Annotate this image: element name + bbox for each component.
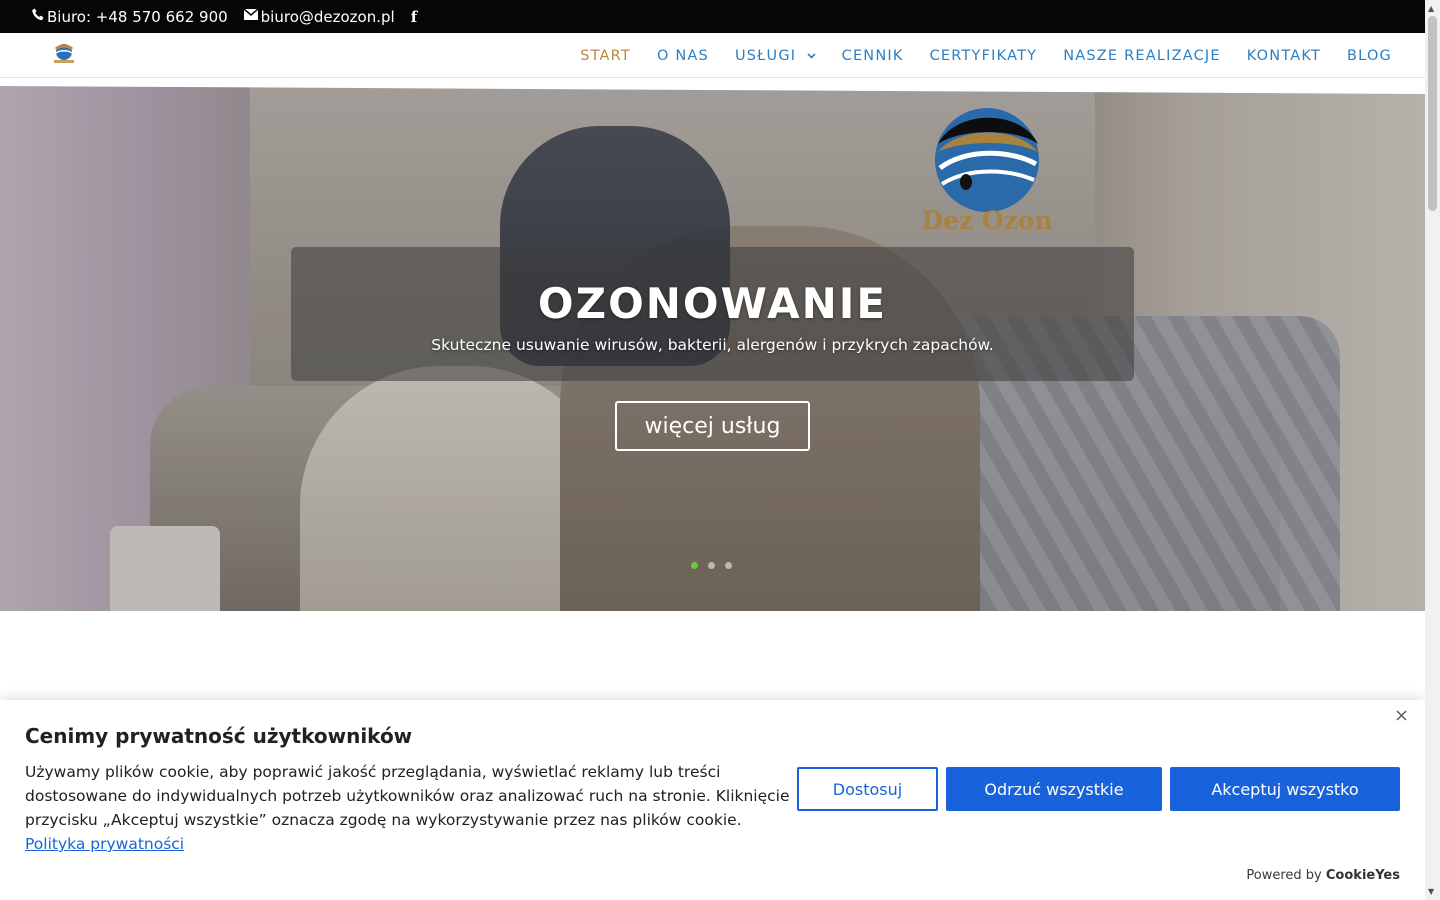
nav-start[interactable]: START — [580, 48, 631, 64]
scrollbar-thumb[interactable] — [1428, 16, 1437, 211]
hero-logo: Dez Ozon — [916, 104, 1058, 236]
cookie-title: Cenimy prywatność użytkowników — [25, 724, 413, 748]
facebook-link[interactable]: f — [411, 8, 417, 26]
envelope-icon — [243, 8, 259, 24]
nav-certyfikaty-label: CERTYFIKATY — [929, 47, 1038, 64]
hero-logo-text: Dez Ozon — [921, 206, 1052, 235]
nav-nasze-realizacje[interactable]: NASZE REALIZACJE — [1063, 48, 1221, 64]
email-link[interactable]: biuro@dezozon.pl — [243, 7, 395, 26]
nav-o-nas-label: O NAS — [656, 47, 709, 64]
privacy-policy-link[interactable]: Polityka prywatności — [25, 835, 184, 853]
slider-dot[interactable] — [725, 562, 732, 569]
site-logo[interactable] — [52, 41, 76, 65]
chevron-down-icon — [802, 51, 816, 62]
phone-icon — [32, 8, 44, 25]
nav-kontakt[interactable]: KONTAKT — [1247, 48, 1321, 64]
nav-cennik-label: CENNIK — [841, 47, 904, 64]
nav-uslugi[interactable]: USŁUGI — [735, 48, 816, 64]
nav-o-nas[interactable]: O NAS — [657, 48, 709, 64]
accept-all-button[interactable]: Akceptuj wszystko — [1170, 767, 1400, 811]
reject-all-button[interactable]: Odrzuć wszystkie — [946, 767, 1162, 811]
scroll-down-arrow-icon[interactable]: ▼ — [1428, 887, 1434, 896]
hero-top-edge — [0, 86, 1425, 94]
nav-blog-label: BLOG — [1347, 47, 1392, 64]
hero-slider: Dez Ozon OZONOWANIE Skuteczne usuwanie w… — [0, 86, 1425, 611]
nav-blog[interactable]: BLOG — [1347, 48, 1392, 64]
close-icon[interactable] — [1396, 706, 1407, 725]
main-nav: START O NAS USŁUGI CENNIK CERTYFIKATY NA… — [554, 33, 1392, 78]
nav-certyfikaty[interactable]: CERTYFIKATY — [930, 48, 1038, 64]
hero-subtitle: Skuteczne usuwanie wirusów, bakterii, al… — [431, 336, 994, 354]
page-scrollbar[interactable]: ▲ ▼ — [1425, 0, 1440, 900]
email-text: biuro@dezozon.pl — [260, 7, 395, 26]
phone-text: Biuro: +48 570 662 900 — [47, 7, 228, 26]
site-header: START O NAS USŁUGI CENNIK CERTYFIKATY NA… — [0, 33, 1425, 78]
nav-kontakt-label: KONTAKT — [1246, 47, 1322, 64]
hero-caption: OZONOWANIE Skuteczne usuwanie wirusów, b… — [291, 247, 1134, 381]
customize-button[interactable]: Dostosuj — [797, 767, 938, 811]
nav-cennik[interactable]: CENNIK — [842, 48, 904, 64]
nav-nasze-realizacje-label: NASZE REALIZACJE — [1063, 47, 1221, 64]
nav-start-label: START — [580, 47, 631, 64]
powered-by: Powered by CookieYes — [1246, 868, 1400, 883]
phone-link[interactable]: Biuro: +48 570 662 900 — [32, 8, 228, 26]
slider-dot[interactable] — [708, 562, 715, 569]
top-bar: Biuro: +48 570 662 900 biuro@dezozon.pl … — [0, 0, 1425, 33]
cookieyes-logo[interactable]: CookieYes — [1326, 868, 1400, 883]
slider-dots — [691, 562, 742, 569]
cookie-banner: Cenimy prywatność użytkowników Używamy p… — [0, 700, 1425, 900]
powered-by-label: Powered by — [1246, 868, 1322, 883]
more-services-button[interactable]: więcej usług — [615, 401, 810, 451]
slider-dot[interactable] — [691, 562, 698, 569]
cookie-text: Używamy plików cookie, aby poprawić jako… — [25, 760, 795, 856]
hero-title: OZONOWANIE — [537, 279, 888, 328]
facebook-icon: f — [410, 7, 418, 26]
cookie-description: Używamy plików cookie, aby poprawić jako… — [25, 763, 790, 829]
scroll-up-arrow-icon[interactable]: ▲ — [1428, 4, 1434, 13]
nav-uslugi-label: USŁUGI — [734, 47, 797, 64]
